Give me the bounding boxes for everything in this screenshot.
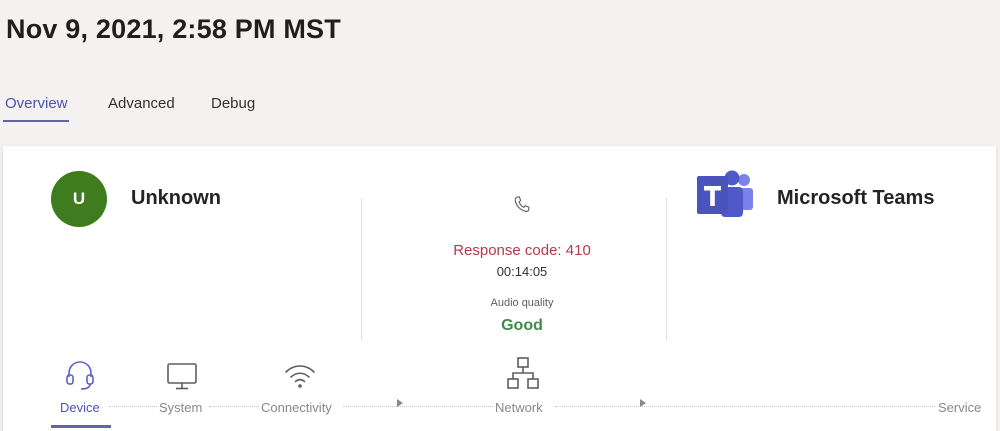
call-summary-card: U Unknown Response code: 410 00:14:05 Au… xyxy=(3,146,996,431)
page-title: Nov 9, 2021, 2:58 PM MST xyxy=(6,14,341,44)
step-connectivity[interactable]: Connectivity xyxy=(259,400,334,415)
microsoft-teams-logo xyxy=(697,170,753,217)
tab-debug[interactable]: Debug xyxy=(211,95,255,122)
wifi-icon xyxy=(285,365,315,388)
path-connector xyxy=(555,406,935,407)
path-connector xyxy=(209,406,261,407)
step-system[interactable]: System xyxy=(157,400,205,415)
monitor-icon xyxy=(167,363,197,390)
audio-quality-value: Good xyxy=(501,317,543,334)
chevron-right-icon xyxy=(397,399,403,407)
response-code: Response code: 410 xyxy=(453,242,591,259)
path-connector xyxy=(343,406,493,407)
audio-quality-label: Audio quality xyxy=(490,297,554,309)
tab-overview[interactable]: Overview xyxy=(3,95,69,122)
step-network[interactable]: Network xyxy=(493,400,545,415)
network-icon xyxy=(507,357,539,389)
call-duration: 00:14:05 xyxy=(496,264,548,279)
active-step-indicator xyxy=(51,425,111,428)
phone-icon xyxy=(514,196,530,212)
tab-advanced[interactable]: Advanced xyxy=(108,95,175,122)
headset-icon xyxy=(66,361,94,390)
service-name: Microsoft Teams xyxy=(777,187,935,209)
chevron-right-icon xyxy=(640,399,646,407)
step-service[interactable]: Service xyxy=(936,400,984,415)
step-device[interactable]: Device xyxy=(58,400,102,415)
caller-name: Unknown xyxy=(131,187,221,209)
path-connector xyxy=(109,406,157,407)
avatar: U xyxy=(51,171,107,227)
